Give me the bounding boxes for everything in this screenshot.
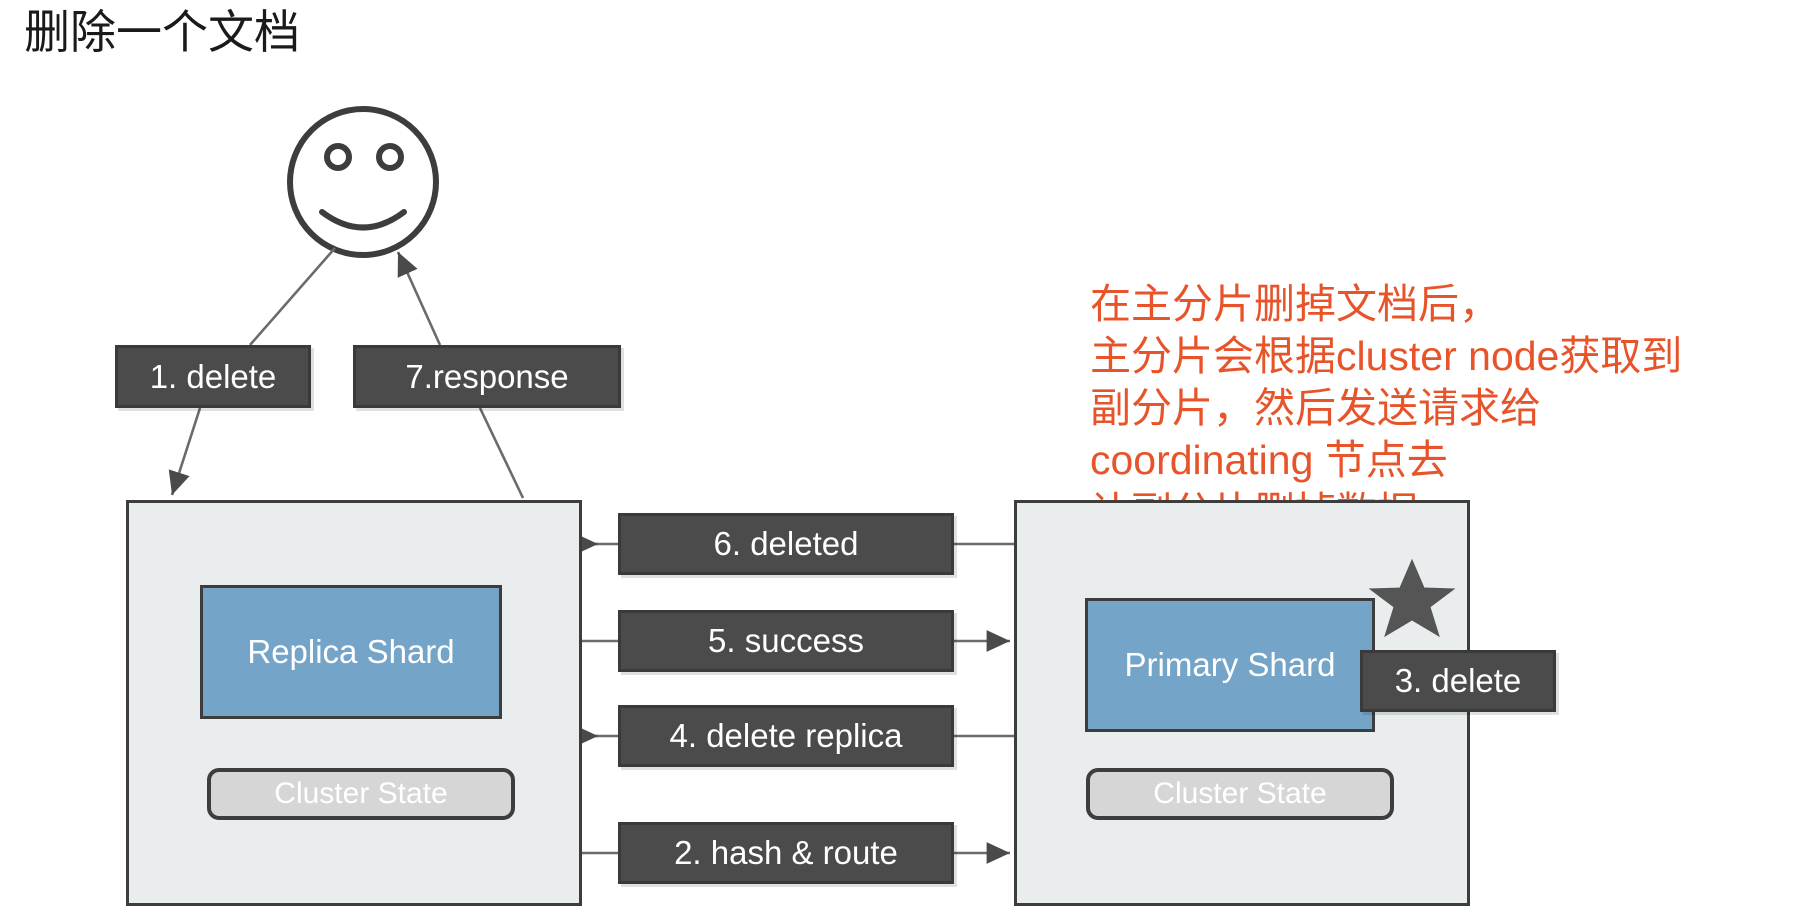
- replica-cluster-state: Cluster State: [207, 768, 515, 820]
- step-1-label: 1. delete: [149, 357, 277, 395]
- step-4-delete-replica[interactable]: 4. delete replica: [618, 705, 954, 767]
- primary-cluster-state: Cluster State: [1086, 768, 1394, 820]
- step-2-label: 2. hash & route: [674, 834, 898, 871]
- step-5-label: 5. success: [708, 622, 864, 659]
- primary-shard-label: Primary Shard: [1124, 646, 1336, 683]
- page-title: 删除一个文档: [24, 6, 300, 58]
- step-3-label: 3. delete: [1394, 662, 1522, 699]
- step-5-success[interactable]: 5. success: [618, 610, 954, 672]
- step-6-deleted[interactable]: 6. deleted: [618, 513, 954, 575]
- step-2-hash-and-route[interactable]: 2. hash & route: [618, 822, 954, 884]
- annotation-text: 在主分片删掉文档后， 主分片会根据cluster node获取到 副分片，然后发…: [1090, 281, 1683, 535]
- primary-cluster-state-label: Cluster State: [1153, 777, 1327, 810]
- step-3-delete[interactable]: 3. delete: [1360, 650, 1556, 712]
- step-7-label: 7.response: [405, 357, 569, 395]
- step-4-label: 4. delete replica: [669, 717, 903, 754]
- step-1-delete[interactable]: 1. delete: [115, 345, 311, 408]
- slide-canvas: 删除一个文档 在主分片删掉文档后， 主分片会根据cluster node获取到 …: [0, 0, 1820, 906]
- step-7-response[interactable]: 7.response: [353, 345, 621, 408]
- replica-shard-label: Replica Shard: [247, 633, 455, 670]
- smiley-icon: [287, 106, 439, 258]
- replica-cluster-state-label: Cluster State: [274, 777, 448, 810]
- replica-shard-box: Replica Shard: [200, 585, 502, 719]
- step-6-label: 6. deleted: [713, 525, 859, 562]
- primary-shard-box: Primary Shard: [1085, 598, 1375, 732]
- corner-title: [1784, 0, 1796, 26]
